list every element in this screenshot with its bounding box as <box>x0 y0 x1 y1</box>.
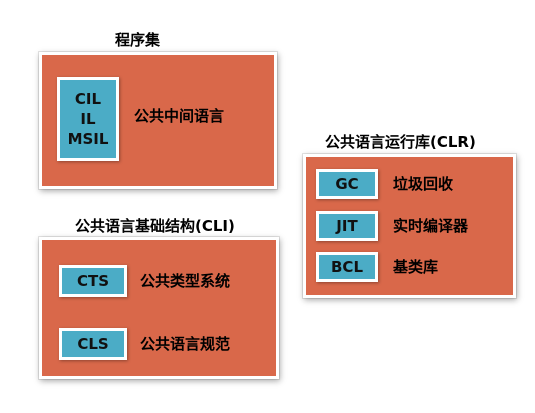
il-chip-line-msil: MSIL <box>67 130 109 148</box>
gc-label: 垃圾回收 <box>393 175 454 193</box>
cts-chip: CTS <box>59 265 127 297</box>
bcl-chip: BCL <box>316 252 378 282</box>
cli-panel: CTS 公共类型系统 CLS 公共语言规范 <box>39 237 279 379</box>
assembly-panel: CIL IL MSIL 公共中间语言 <box>39 52 277 189</box>
clr-title: 公共语言运行库(CLR) <box>325 133 476 151</box>
il-chip: CIL IL MSIL <box>57 77 119 161</box>
jit-label: 实时编译器 <box>393 217 469 235</box>
il-chip-line-cil: CIL <box>74 90 102 108</box>
bcl-label: 基类库 <box>393 258 439 276</box>
cts-label: 公共类型系统 <box>140 272 231 290</box>
cls-label: 公共语言规范 <box>140 335 231 353</box>
il-chip-line-il: IL <box>80 110 96 128</box>
gc-chip: GC <box>316 169 378 199</box>
cls-chip: CLS <box>59 328 127 360</box>
il-label: 公共中间语言 <box>134 107 225 125</box>
jit-chip: JIT <box>316 211 378 241</box>
cli-title: 公共语言基础结构(CLI) <box>75 217 235 235</box>
clr-panel: GC 垃圾回收 JIT 实时编译器 BCL 基类库 <box>303 154 516 298</box>
assembly-title: 程序集 <box>115 31 161 49</box>
